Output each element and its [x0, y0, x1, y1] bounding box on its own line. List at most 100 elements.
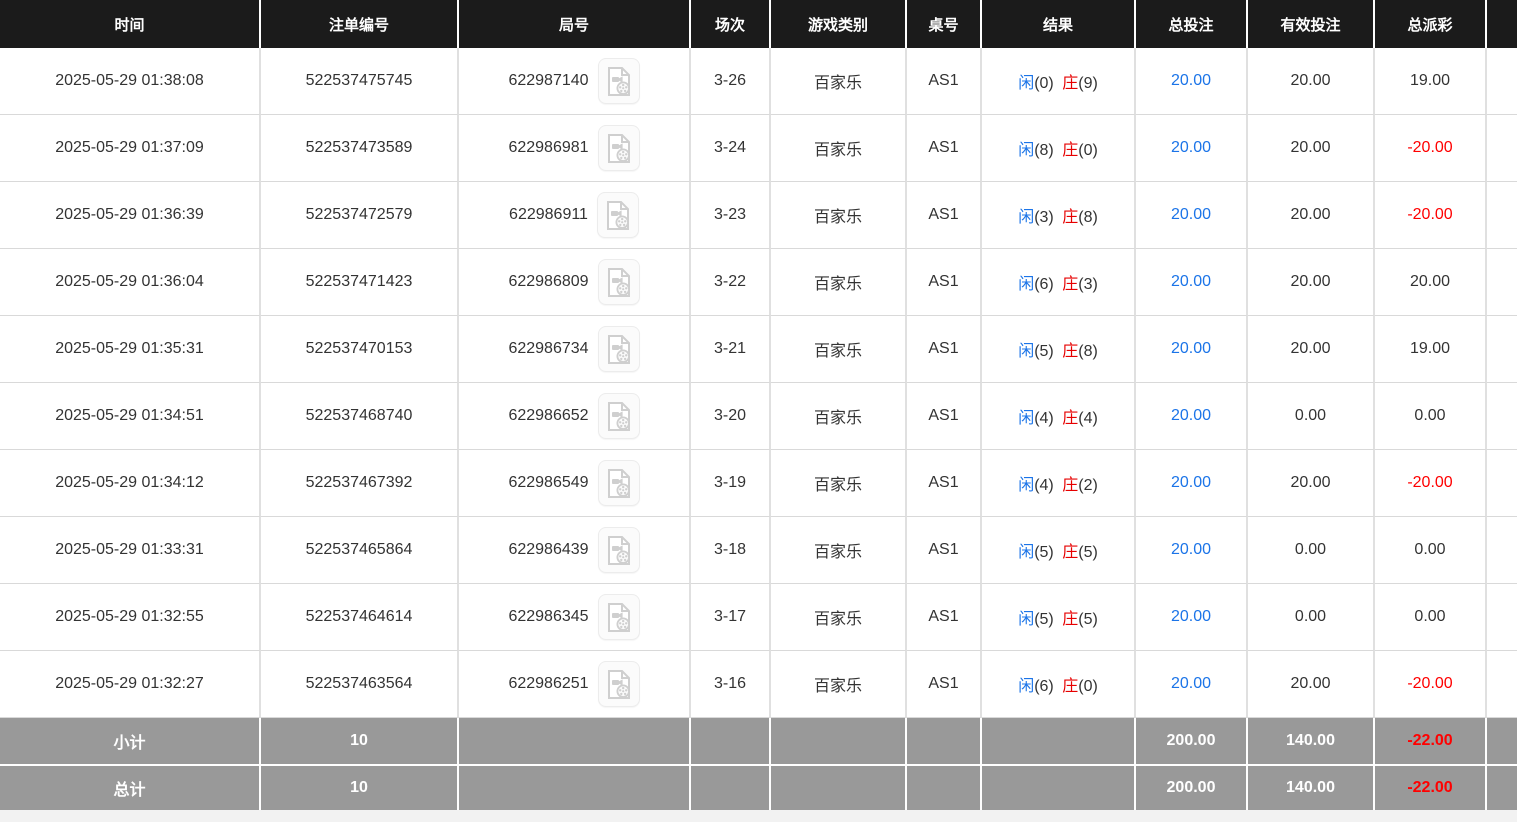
summary-total-bet-cell: 200.00 [1136, 718, 1248, 764]
banker-result-label: 庄 [1062, 678, 1078, 695]
summary-row: 小计 10 200.00 140.00 -22.00 [0, 718, 1517, 764]
player-score: (3) [1034, 209, 1054, 226]
total-bet-link[interactable]: 20.00 [1171, 608, 1211, 625]
game-type-cell: 百家乐 [771, 651, 907, 718]
payout-cell: 19.00 [1375, 48, 1487, 115]
table-row: 2025-05-29 01:32:55 522537464614 6229863… [0, 584, 1517, 651]
summary-label-cell: 总计 [0, 764, 261, 810]
valid-bet-cell: 0.00 [1248, 383, 1375, 450]
time-cell: 2025-05-29 01:33:31 [0, 517, 261, 584]
table-no-cell: AS1 [907, 316, 982, 383]
summary-round-cell [459, 718, 691, 764]
summary-result-cell [982, 718, 1136, 764]
player-score: (4) [1034, 410, 1054, 427]
game-type-cell: 百家乐 [771, 450, 907, 517]
summary-total-bet-cell: 200.00 [1136, 764, 1248, 810]
video-playback-button[interactable] [598, 259, 640, 305]
extra-cell [1487, 584, 1517, 651]
player-result-label: 闲 [1018, 75, 1034, 92]
time-cell: 2025-05-29 01:36:04 [0, 249, 261, 316]
game-type-cell: 百家乐 [771, 115, 907, 182]
player-score: (8) [1034, 142, 1054, 159]
player-result-label: 闲 [1018, 276, 1034, 293]
player-score: (0) [1034, 75, 1054, 92]
table-no-cell: AS1 [907, 383, 982, 450]
banker-result-label: 庄 [1062, 410, 1078, 427]
video-playback-button[interactable] [598, 125, 640, 171]
player-result-label: 闲 [1018, 678, 1034, 695]
round-id-value: 622986345 [508, 608, 588, 626]
banker-result-label: 庄 [1062, 142, 1078, 159]
video-playback-button[interactable] [598, 594, 640, 640]
banker-score: (4) [1078, 410, 1098, 427]
time-cell: 2025-05-29 01:34:12 [0, 450, 261, 517]
round-id-value: 622986809 [508, 273, 588, 291]
video-playback-button[interactable] [598, 326, 640, 372]
valid-bet-cell: 20.00 [1248, 316, 1375, 383]
round-id-cell: 622986251 [459, 651, 691, 718]
banker-score: (0) [1078, 142, 1098, 159]
game-type-cell: 百家乐 [771, 517, 907, 584]
summary-session-cell [691, 718, 771, 764]
player-score: (5) [1034, 611, 1054, 628]
payout-cell: 0.00 [1375, 383, 1487, 450]
total-bet-link[interactable]: 20.00 [1171, 72, 1211, 89]
total-bet-link[interactable]: 20.00 [1171, 273, 1211, 290]
bet-id-cell: 522537464614 [261, 584, 459, 651]
total-bet-link[interactable]: 20.00 [1171, 407, 1211, 424]
table-no-cell: AS1 [907, 48, 982, 115]
video-playback-button[interactable] [598, 460, 640, 506]
round-id-cell: 622986549 [459, 450, 691, 517]
total-bet-link[interactable]: 20.00 [1171, 474, 1211, 491]
valid-bet-cell: 20.00 [1248, 651, 1375, 718]
banker-score: (8) [1078, 343, 1098, 360]
session-cell: 3-26 [691, 48, 771, 115]
payout-cell: -20.00 [1375, 182, 1487, 249]
table-no-cell: AS1 [907, 651, 982, 718]
time-cell: 2025-05-29 01:37:09 [0, 115, 261, 182]
banker-result-label: 庄 [1062, 611, 1078, 628]
payout-cell: -20.00 [1375, 450, 1487, 517]
video-file-icon [605, 468, 633, 499]
table-no-cell: AS1 [907, 115, 982, 182]
col-header-bet-id: 注单编号 [261, 0, 459, 48]
time-cell: 2025-05-29 01:32:55 [0, 584, 261, 651]
total-bet-link[interactable]: 20.00 [1171, 139, 1211, 156]
summary-row: 总计 10 200.00 140.00 -22.00 [0, 764, 1517, 810]
col-header-session: 场次 [691, 0, 771, 48]
round-id-value: 622986734 [508, 340, 588, 358]
total-bet-cell: 20.00 [1136, 383, 1248, 450]
total-bet-link[interactable]: 20.00 [1171, 340, 1211, 357]
time-cell: 2025-05-29 01:35:31 [0, 316, 261, 383]
summary-valid-bet-cell: 140.00 [1248, 718, 1375, 764]
extra-cell [1487, 383, 1517, 450]
game-type-cell: 百家乐 [771, 584, 907, 651]
video-playback-button[interactable] [598, 393, 640, 439]
round-id-cell: 622986345 [459, 584, 691, 651]
table-no-cell: AS1 [907, 517, 982, 584]
video-file-icon [605, 401, 633, 432]
result-cell: 闲(8) 庄(0) [982, 115, 1136, 182]
valid-bet-cell: 0.00 [1248, 517, 1375, 584]
bet-id-cell: 522537475745 [261, 48, 459, 115]
video-playback-button[interactable] [598, 527, 640, 573]
time-cell: 2025-05-29 01:32:27 [0, 651, 261, 718]
video-playback-button[interactable] [598, 58, 640, 104]
summary-payout-cell: -22.00 [1375, 718, 1487, 764]
extra-cell [1487, 182, 1517, 249]
table-no-cell: AS1 [907, 182, 982, 249]
summary-count-cell: 10 [261, 764, 459, 810]
session-cell: 3-21 [691, 316, 771, 383]
round-id-cell: 622987140 [459, 48, 691, 115]
player-score: (6) [1034, 276, 1054, 293]
total-bet-link[interactable]: 20.00 [1171, 541, 1211, 558]
player-result-label: 闲 [1018, 209, 1034, 226]
player-result-label: 闲 [1018, 611, 1034, 628]
video-playback-button[interactable] [597, 192, 639, 238]
video-playback-button[interactable] [598, 661, 640, 707]
session-cell: 3-19 [691, 450, 771, 517]
total-bet-link[interactable]: 20.00 [1171, 675, 1211, 692]
game-type-cell: 百家乐 [771, 383, 907, 450]
extra-cell [1487, 316, 1517, 383]
total-bet-link[interactable]: 20.00 [1171, 206, 1211, 223]
